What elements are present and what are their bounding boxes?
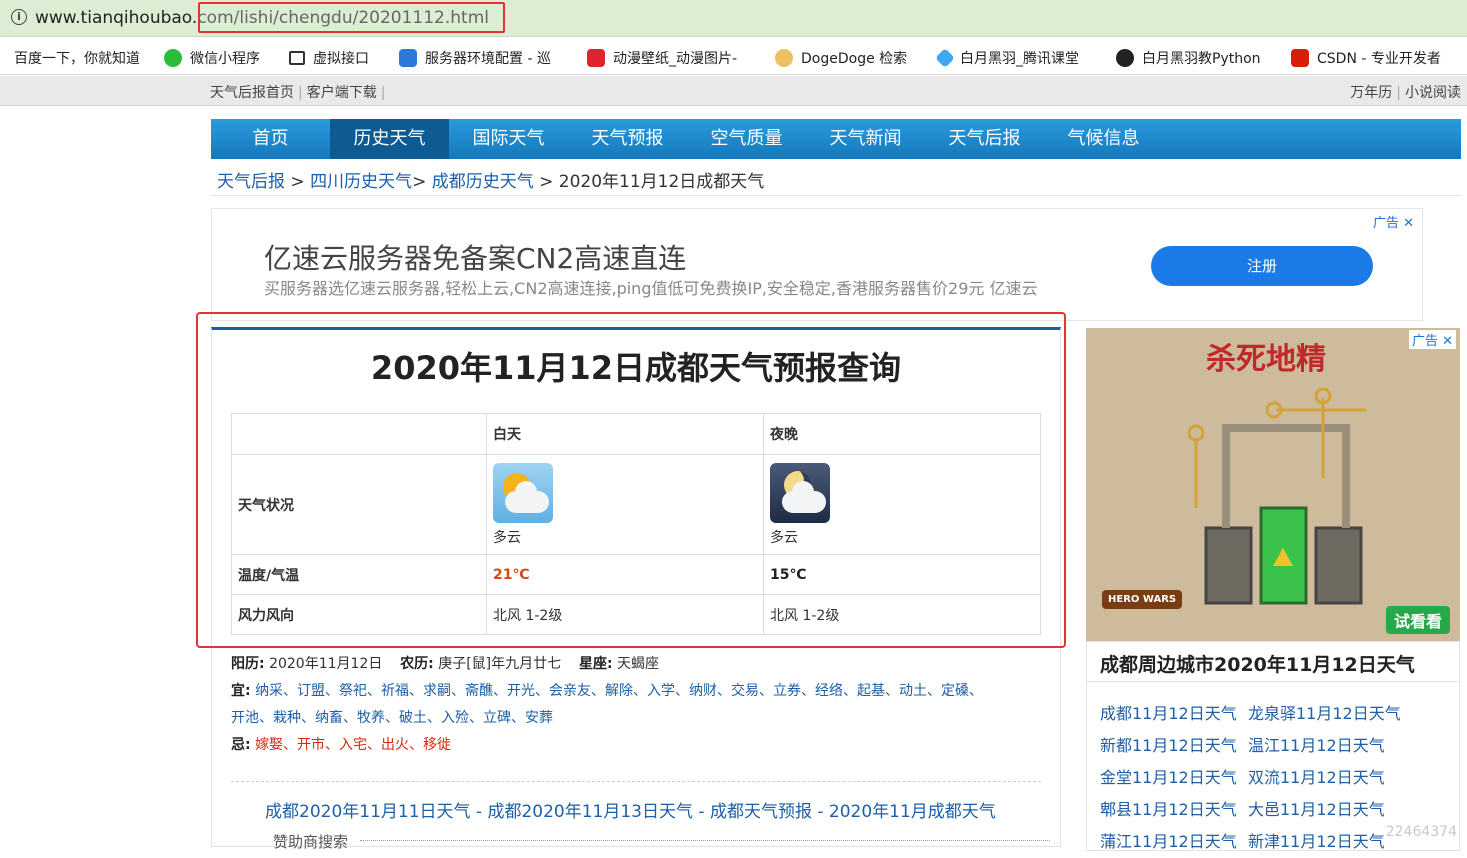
breadcrumb-link[interactable]: 四川历史天气 xyxy=(310,172,412,192)
day-wind: 北风 1-2级 xyxy=(486,594,764,635)
divider xyxy=(211,195,1461,196)
ad-subtext: 买服务器选亿速云服务器,轻松上云,CN2高速连接,ping值低可免费换IP,安全… xyxy=(264,279,1038,298)
bookmark-item[interactable]: 动漫壁纸_动漫图片- xyxy=(587,48,737,68)
bookmark-item[interactable]: 微信小程序 xyxy=(164,48,260,68)
solar-date: 2020年11月12日 xyxy=(269,656,383,672)
page-title: 2020年11月12日成都天气预报查询 xyxy=(370,349,902,387)
nearby-city-link[interactable]: 新都11月12日天气 xyxy=(1100,730,1248,762)
yi-list[interactable]: 纳采、订盟、祭祀、祈福、求嗣、斋醮、开光、会亲友、解除、入学、纳财、交易、立券、… xyxy=(255,683,983,699)
tencent-icon xyxy=(935,48,955,68)
url-host: www.tianqihoubao. xyxy=(35,8,198,28)
nearby-city-link[interactable]: 温江11月12日天气 xyxy=(1248,730,1408,762)
nearby-title: 成都周边城市2020年11月12日天气 xyxy=(1100,654,1415,676)
breadcrumb: 天气后报 > 四川历史天气> 成都历史天气 > 2020年11月12日成都天气 xyxy=(217,172,765,192)
col-day: 白天 xyxy=(486,413,764,455)
row-label: 天气状况 xyxy=(231,454,487,555)
site-top-bar: 天气后报首页 | 客户端下载 | 万年历 | 小说阅读 xyxy=(0,76,1467,106)
yi-list[interactable]: 开池、栽种、纳畜、牧养、破土、入殓、立碑、安葬 xyxy=(231,710,553,726)
nearby-city-link[interactable]: 成都11月12日天气 xyxy=(1100,698,1248,730)
table-row: 白天 夜晚 xyxy=(231,413,1041,455)
calendar-link[interactable]: 万年历 xyxy=(1350,85,1392,101)
hero-wars-logo: HERO WARS xyxy=(1102,590,1183,609)
divider xyxy=(360,840,1050,841)
breadcrumb-current: 2020年11月12日成都天气 xyxy=(558,172,765,192)
breadcrumb-link[interactable]: 天气后报 xyxy=(217,172,285,192)
bookmark-item[interactable]: 虚拟接口 xyxy=(289,48,369,68)
bookmark-item[interactable]: 百度一下，你就知道 xyxy=(14,48,140,68)
table-row: 天气状况 多云 多云 xyxy=(231,454,1041,555)
bookmarks-bar: 百度一下，你就知道 微信小程序 虚拟接口 服务器环境配置 - 巡 动漫壁纸_动漫… xyxy=(0,38,1467,75)
nearby-city-link[interactable]: 双流11月12日天气 xyxy=(1248,762,1408,794)
row-label: 风力风向 xyxy=(231,594,487,635)
doge-icon xyxy=(775,49,793,67)
address-bar[interactable]: i www.tianqihoubao.com/lishi/chengdu/202… xyxy=(0,0,1467,37)
night-condition: 多云 xyxy=(770,529,798,546)
side-game-ad[interactable]: 广告 ✕ 杀死地精 HERO WARS 试看看 xyxy=(1086,328,1460,641)
table-row: 温度/气温 21℃ 15℃ xyxy=(231,554,1041,595)
try-button[interactable]: 试看看 xyxy=(1385,606,1450,634)
info-icon[interactable]: i xyxy=(11,9,27,25)
ad-headline[interactable]: 亿速云服务器免备案CN2高速直连 xyxy=(264,237,686,277)
lunar-date: 庚子[鼠]年九月廿七 xyxy=(438,656,562,672)
divider xyxy=(231,781,1041,782)
novel-link[interactable]: 小说阅读 xyxy=(1405,85,1461,101)
bookmark-item[interactable]: CSDN - 专业开发者 xyxy=(1291,48,1441,68)
nav-international[interactable]: 国际天气 xyxy=(449,119,568,159)
breadcrumb-link[interactable]: 成都历史天气 xyxy=(432,172,534,192)
ji-list[interactable]: 嫁娶、开市、入宅、出火、移徙 xyxy=(255,737,451,753)
nav-climate[interactable]: 气候信息 xyxy=(1044,119,1163,159)
almanac: 阳历: 2020年11月12日 农历: 庚子[鼠]年九月廿七 星座: 天蝎座 宜… xyxy=(231,656,984,753)
wechat-icon xyxy=(164,49,182,67)
close-icon[interactable]: ✕ xyxy=(1442,334,1453,349)
python-icon xyxy=(1116,49,1134,67)
server-icon xyxy=(399,49,417,67)
weather-table: 白天 夜晚 天气状况 多云 多云 温度/气温 21℃ 15℃ 风力风向 北风 1… xyxy=(231,413,1041,635)
nav-news[interactable]: 天气新闻 xyxy=(806,119,925,159)
partly-cloudy-night-icon xyxy=(770,462,830,523)
nearby-city-link[interactable]: 蒲江11月12日天气 xyxy=(1100,826,1248,858)
col-night: 夜晚 xyxy=(763,413,1041,455)
nav-air-quality[interactable]: 空气质量 xyxy=(687,119,806,159)
bookmark-item[interactable]: 白月黑羽_腾讯课堂 xyxy=(935,48,1079,68)
nav-history-weather[interactable]: 历史天气 xyxy=(330,119,449,159)
home-link[interactable]: 天气后报首页 xyxy=(210,85,294,101)
row-label: 温度/气温 xyxy=(231,554,487,595)
anime-icon xyxy=(587,49,605,67)
api-icon xyxy=(289,51,305,65)
nearby-city-link[interactable]: 大邑11月12日天气 xyxy=(1248,794,1408,826)
nearby-city-link[interactable]: 龙泉驿11月12日天气 xyxy=(1248,698,1408,730)
zodiac: 天蝎座 xyxy=(617,656,660,672)
csdn-icon xyxy=(1291,49,1309,67)
nav-houbao[interactable]: 天气后报 xyxy=(925,119,1044,159)
nearby-cities: 成都周边城市2020年11月12日天气 成都11月12日天气 龙泉驿11月12日… xyxy=(1086,641,1460,851)
ad-tag[interactable]: 广告 ✕ xyxy=(1373,212,1414,231)
bookmark-item[interactable]: 服务器环境配置 - 巡 xyxy=(399,48,551,68)
night-wind: 北风 1-2级 xyxy=(763,594,1041,635)
nearby-city-link[interactable]: 郫县11月12日天气 xyxy=(1100,794,1248,826)
sponsor-label: 赞助商搜索 xyxy=(273,833,349,851)
watermark: 22464374 xyxy=(1385,824,1457,840)
nearby-city-link[interactable]: 新津11月12日天气 xyxy=(1248,826,1408,858)
ad-tag[interactable]: 广告 ✕ xyxy=(1408,330,1456,349)
day-condition: 多云 xyxy=(493,529,521,546)
night-temp: 15℃ xyxy=(770,566,807,583)
ad-headline: 杀死地精 xyxy=(1206,342,1326,377)
ad-register-button[interactable]: 注册 xyxy=(1151,246,1373,286)
close-icon[interactable]: ✕ xyxy=(1403,216,1414,231)
related-links[interactable]: 成都2020年11月11日天气 - 成都2020年11月13日天气 - 成都天气… xyxy=(265,797,996,822)
bookmark-item[interactable]: DogeDoge 检索 xyxy=(775,48,907,68)
day-temp: 21℃ xyxy=(493,566,530,583)
nav-forecast[interactable]: 天气预报 xyxy=(568,119,687,159)
bookmark-item[interactable]: 白月黑羽教Python xyxy=(1116,48,1261,68)
table-row: 风力风向 北风 1-2级 北风 1-2级 xyxy=(231,594,1041,635)
url-highlight-box xyxy=(198,2,505,33)
partly-cloudy-day-icon xyxy=(493,462,553,523)
nav-home[interactable]: 首页 xyxy=(211,119,330,159)
pipes-illustration xyxy=(1187,388,1366,605)
main-nav: 首页 历史天气 国际天气 天气预报 空气质量 天气新闻 天气后报 气候信息 xyxy=(211,119,1461,159)
client-download-link[interactable]: 客户端下载 xyxy=(307,85,377,101)
ad-banner[interactable]: 广告 ✕ 亿速云服务器免备案CN2高速直连 买服务器选亿速云服务器,轻松上云,C… xyxy=(211,208,1423,321)
nearby-city-link[interactable]: 金堂11月12日天气 xyxy=(1100,762,1248,794)
